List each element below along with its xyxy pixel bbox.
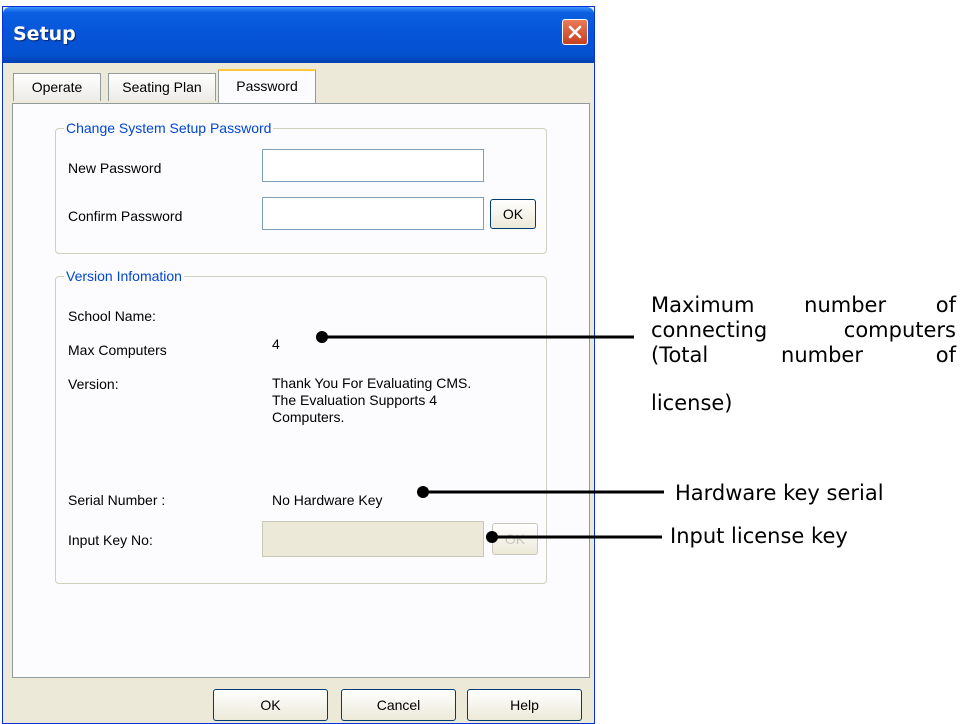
max-computers-annotation-line-1: Maximum number of xyxy=(651,293,956,317)
max-computers-pointer xyxy=(316,331,634,343)
license-key-pointer xyxy=(486,531,662,543)
hardware-key-annotation: Hardware key serial xyxy=(675,481,884,505)
max-computers-annotation-line-4: license) xyxy=(651,391,733,415)
max-computers-annotation-line-2: connecting computers xyxy=(651,318,956,342)
tab-password[interactable]: Password xyxy=(218,69,316,103)
hardware-key-pointer xyxy=(417,486,664,498)
max-computers-annotation-line-3: (Total number of xyxy=(651,343,956,367)
max-computers-annotation: Maximum number of connecting computers (… xyxy=(651,293,956,368)
license-key-annotation: Input license key xyxy=(670,524,848,548)
